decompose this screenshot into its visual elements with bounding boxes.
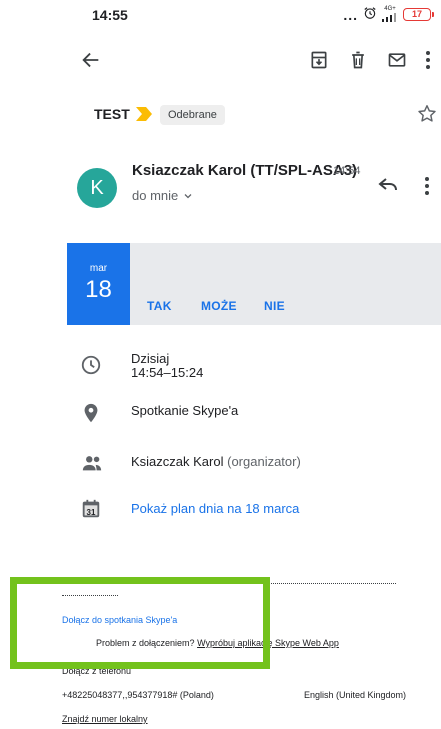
archive-icon — [311, 51, 327, 69]
event-time-range: 14:54–15:24 — [131, 365, 204, 380]
people-icon — [80, 452, 104, 476]
organizer-role: (organizator) — [227, 454, 301, 469]
signal-icon: 4G+ — [382, 5, 398, 24]
message-more-button[interactable] — [418, 172, 438, 200]
status-bar: 14:55 ... 4G+ 17 — [0, 0, 441, 28]
archive-button[interactable] — [304, 45, 334, 75]
sender-name[interactable]: Ksiazczak Karol (TT/SPL-ASA3) — [132, 162, 357, 179]
alarm-icon — [363, 6, 377, 23]
status-icons: ... 4G+ 17 — [343, 5, 434, 24]
calendar-day-number: 31 — [86, 508, 96, 517]
toolbar — [0, 40, 441, 80]
more-vert-icon — [426, 51, 430, 69]
network-type: 4G+ — [384, 6, 396, 12]
phone-number[interactable]: +48225048377,,954377918# (Poland) — [62, 690, 214, 700]
location-pin-icon — [80, 402, 104, 426]
more-options-button[interactable] — [418, 45, 438, 75]
rsvp-maybe-button[interactable]: MOŻE — [201, 299, 237, 313]
arrow-left-icon — [82, 52, 99, 68]
rsvp-no-button[interactable]: NIE — [264, 299, 285, 313]
star-icon — [418, 105, 436, 122]
subject-row: TEST Odebrane — [0, 100, 441, 130]
phone-language: English (United Kingdom) — [304, 690, 407, 700]
event-invite-card: mar 18 TAK MOŻE NIE — [67, 243, 441, 325]
inbox-label-chip[interactable]: Odebrane — [160, 105, 225, 125]
sender-row: K Ksiazczak Karol (TT/SPL-ASA3) 14:54 do… — [0, 158, 441, 218]
delete-button[interactable] — [343, 45, 373, 75]
email-subject: TEST — [94, 106, 130, 122]
back-button[interactable] — [76, 45, 106, 75]
trash-icon — [352, 51, 364, 69]
find-local-number-link[interactable]: Znajdź numer lokalny — [62, 714, 148, 724]
message-time: 14:54 — [333, 165, 361, 177]
event-time-row: Dzisiaj 14:54–15:24 — [0, 350, 441, 390]
importance-marker-icon[interactable] — [135, 106, 153, 122]
calendar-icon: 31 — [80, 498, 104, 522]
recipient-label: do mnie — [132, 188, 179, 203]
organizer-name: Ksiazczak Karol — [131, 454, 224, 469]
agenda-row[interactable]: 31 Pokaż plan dnia na 18 marca — [0, 495, 441, 525]
event-date-text: Dzisiaj — [131, 351, 170, 366]
recipient-toggle[interactable]: do mnie — [132, 188, 194, 203]
event-location-row[interactable]: Spotkanie Skype'a — [0, 400, 441, 430]
rsvp-yes-button[interactable]: TAK — [147, 299, 172, 313]
highlight-annotation-box — [10, 577, 270, 669]
mark-unread-button[interactable] — [382, 45, 412, 75]
reply-icon — [378, 178, 397, 191]
more-vert-icon — [425, 177, 429, 195]
avatar[interactable]: K — [77, 168, 117, 208]
event-month: mar — [89, 263, 108, 274]
notification-dots: ... — [343, 6, 358, 23]
mail-icon — [388, 53, 406, 67]
event-date-block: mar 18 — [67, 243, 130, 325]
battery-icon: 17 — [403, 8, 434, 21]
reply-button[interactable] — [376, 172, 404, 200]
chevron-down-icon — [184, 193, 192, 198]
status-time: 14:55 — [92, 7, 128, 23]
event-day: 18 — [85, 276, 112, 303]
event-organizer-row[interactable]: Ksiazczak Karol (organizator) — [0, 449, 441, 479]
clock-icon — [80, 354, 104, 378]
star-button[interactable] — [416, 103, 440, 127]
event-location: Spotkanie Skype'a — [131, 403, 239, 418]
agenda-link[interactable]: Pokaż plan dnia na 18 marca — [131, 502, 299, 516]
